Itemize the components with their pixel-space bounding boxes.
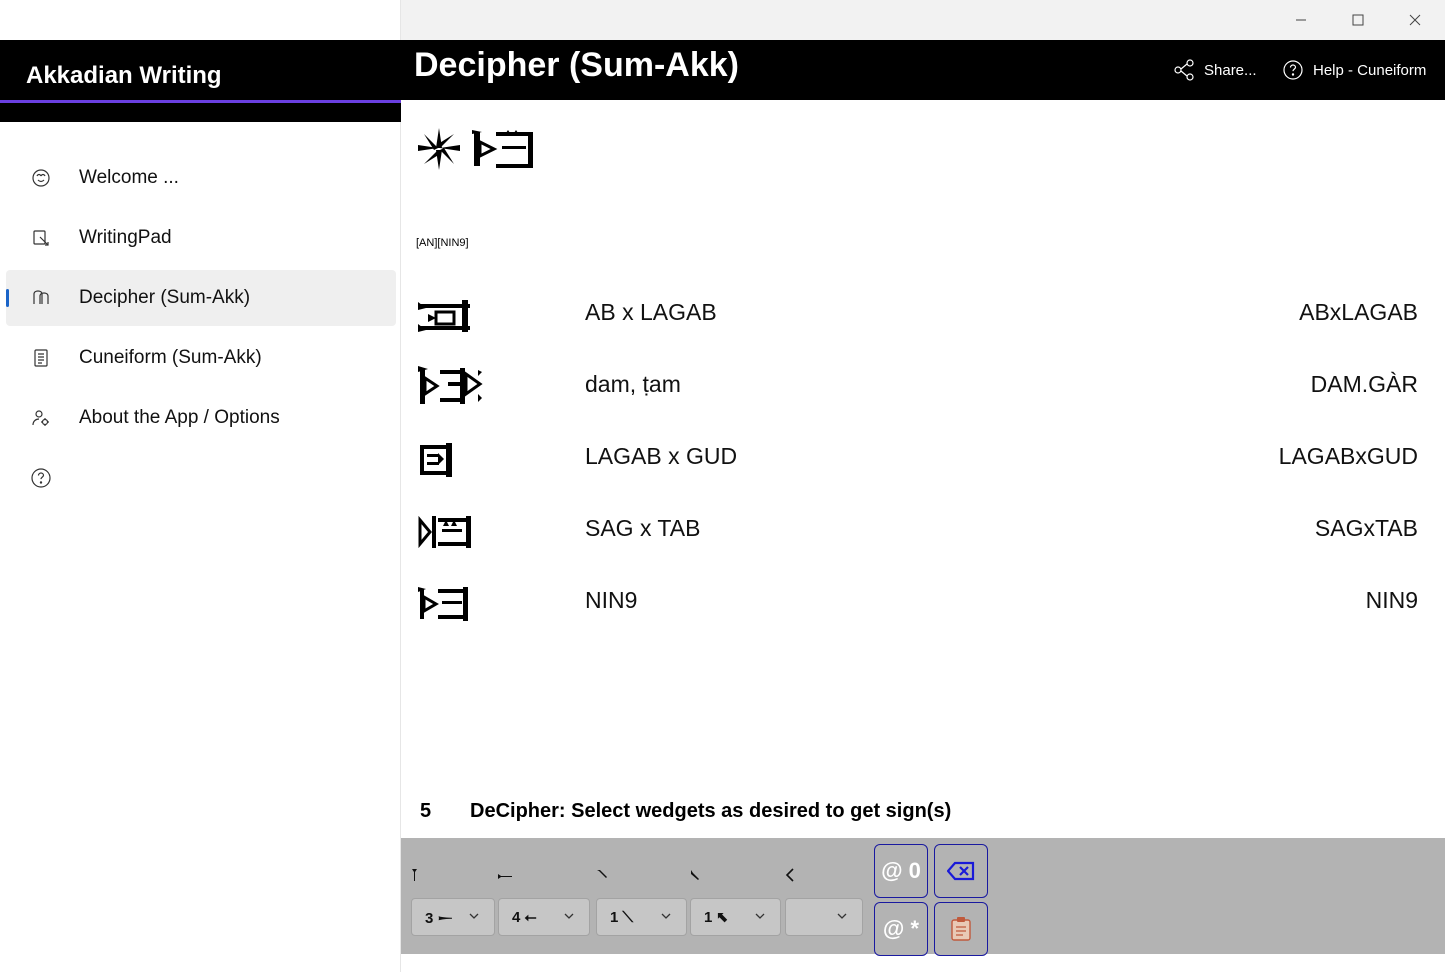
clipboard-icon <box>951 917 971 941</box>
close-icon[interactable] <box>1403 8 1427 32</box>
sidebar-item-label: WritingPad <box>79 227 172 248</box>
decipher-icon <box>30 287 52 309</box>
sign-name: LAGAB x GUD <box>585 443 738 469</box>
sag-x-tab-sign-icon <box>418 515 471 549</box>
combo-value: 1 ⟍ <box>610 908 634 926</box>
vertical-wedge-count-select[interactable]: 3 𒀸 <box>411 898 495 936</box>
chevron-down-icon <box>469 913 479 919</box>
diagonal-down-wedge-count-select[interactable]: 1 ⟍ <box>596 898 687 936</box>
sidebar-item-decipher[interactable]: Decipher (Sum-Akk) <box>6 270 396 326</box>
combo-value: 3 𒀸 <box>425 910 454 927</box>
person-gear-icon <box>30 407 52 429</box>
sign-code: ABxLAGAB <box>1299 299 1418 325</box>
sign-row[interactable]: NIN9 NIN9 <box>416 568 1418 640</box>
diagonal-up-wedge-icon <box>690 868 702 884</box>
result-count: 5 <box>420 800 432 822</box>
ab-x-lagab-sign-icon <box>418 300 470 332</box>
sign-results-list: AB x LAGAB ABxLAGAB dam, ṭam DAM.GÀR LAG… <box>416 280 1418 640</box>
backspace-icon <box>947 861 975 881</box>
page-header: Decipher (Sum-Akk) Share... Help - Cunei… <box>401 40 1445 100</box>
sidebar-item-label: Welcome ... <box>79 167 179 188</box>
nav-menu: Welcome ... WritingPad Decipher (Sum-Akk… <box>6 150 396 510</box>
minimize-icon[interactable] <box>1289 8 1313 32</box>
app-title-bar: Akkadian Writing <box>0 40 401 122</box>
help-icon <box>1283 60 1303 80</box>
sidebar-top <box>0 0 400 40</box>
sign-code: LAGABxGUD <box>1278 443 1418 469</box>
sidebar-item-cuneiform[interactable]: Cuneiform (Sum-Akk) <box>6 330 396 386</box>
help-label: Help - Cuneiform <box>1313 61 1427 79</box>
cuneiform-display <box>416 126 536 176</box>
combo-value: 4 ⭠ <box>512 908 537 926</box>
dam-sign-icon <box>418 366 483 404</box>
clipboard-button[interactable] <box>934 902 988 956</box>
chevron-down-icon <box>564 913 574 919</box>
help-cuneiform-button[interactable]: Help - Cuneiform <box>1282 59 1426 81</box>
share-button[interactable]: Share... <box>1173 59 1257 81</box>
share-icon <box>1174 59 1194 81</box>
sign-row[interactable]: SAG x TAB SAGxTAB <box>416 496 1418 568</box>
help-circle-icon <box>30 467 52 489</box>
diagonal-up-wedge-count-select[interactable]: 1 ⬉ <box>690 898 781 936</box>
backspace-button[interactable] <box>934 844 988 898</box>
chevron-down-icon <box>837 913 847 919</box>
sidebar-item-welcome[interactable]: Welcome ... <box>6 150 396 206</box>
winkelhaken-wedge-count-select[interactable] <box>785 898 863 936</box>
sidebar-item-writingpad[interactable]: WritingPad <box>6 210 396 266</box>
nin9-sign-icon <box>472 130 533 168</box>
lagab-x-gud-sign-icon <box>420 443 452 477</box>
main-content: Decipher (Sum-Akk) Share... Help - Cunei… <box>401 0 1445 972</box>
sidebar-item-label: About the App / Options <box>79 407 280 428</box>
vertical-wedge-icon <box>411 868 419 885</box>
sidebar-item-label: Cuneiform (Sum-Akk) <box>79 347 262 368</box>
chevron-down-icon <box>661 913 671 919</box>
sidebar-item-help[interactable] <box>6 450 396 506</box>
sign-row[interactable]: dam, ṭam DAM.GÀR <box>416 352 1418 424</box>
wedge-keypad: 3 𒀸 4 ⭠ 1 ⟍ 1 ⬉ @ 0 @ * <box>401 838 1445 956</box>
pad-icon <box>30 227 52 249</box>
page-title: Decipher (Sum-Akk) <box>414 46 739 84</box>
sign-code: DAM.GÀR <box>1310 371 1418 397</box>
nin9-sign-icon <box>418 587 468 621</box>
an-sign-icon <box>418 128 460 170</box>
transliteration-text: [AN][NIN9] <box>416 237 469 249</box>
chevron-down-icon <box>755 913 765 919</box>
status-line: 5 DeCipher: Select wedgets as desired to… <box>401 796 1445 828</box>
sign-row[interactable]: AB x LAGAB ABxLAGAB <box>416 280 1418 352</box>
list-icon <box>30 347 52 369</box>
horizontal-wedge-icon <box>497 868 513 884</box>
brain-icon <box>30 167 52 189</box>
sidebar-item-label: Decipher (Sum-Akk) <box>79 287 251 308</box>
window-titlebar <box>401 0 1445 40</box>
winkelhaken-wedge-icon <box>785 868 795 885</box>
at-star-button[interactable]: @ * <box>874 902 928 956</box>
sign-row[interactable]: LAGAB x GUD LAGABxGUD <box>416 424 1418 496</box>
share-label: Share... <box>1204 61 1257 79</box>
sign-code: SAGxTAB <box>1314 515 1418 541</box>
at-zero-button[interactable]: @ 0 <box>874 844 928 898</box>
maximize-icon[interactable] <box>1346 8 1370 32</box>
combo-value: 1 ⬉ <box>704 909 730 926</box>
status-message: DeCipher: Select wedgets as desired to g… <box>470 800 952 822</box>
app-title: Akkadian Writing <box>26 62 222 89</box>
sign-name: dam, ṭam <box>585 371 681 397</box>
sign-name: AB x LAGAB <box>585 299 717 325</box>
sign-name: SAG x TAB <box>585 515 701 541</box>
sidebar: Akkadian Writing Welcome ... WritingPad … <box>0 0 401 972</box>
sign-name: NIN9 <box>585 587 638 613</box>
sign-code: NIN9 <box>1365 587 1418 613</box>
horizontal-wedge-count-select[interactable]: 4 ⭠ <box>498 898 590 936</box>
accent-underline <box>0 100 401 103</box>
sidebar-item-about[interactable]: About the App / Options <box>6 390 396 446</box>
diagonal-down-wedge-icon <box>596 868 608 884</box>
